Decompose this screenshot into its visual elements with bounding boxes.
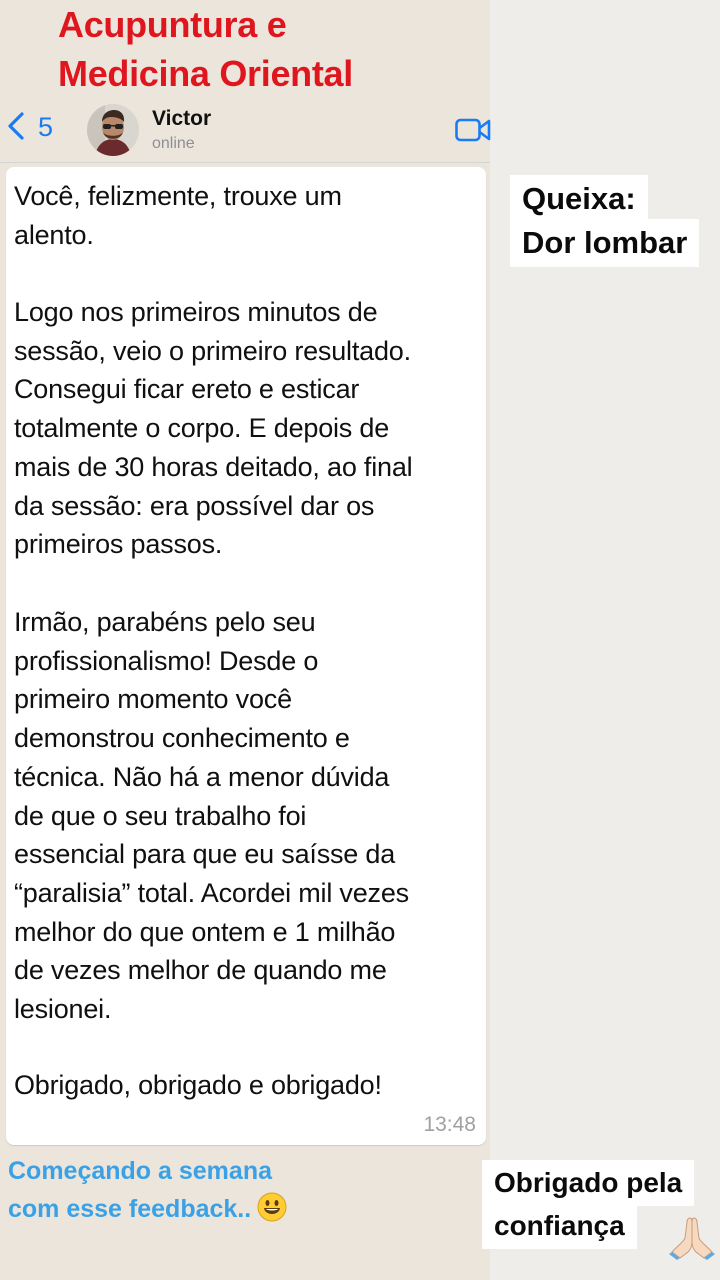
- brand-title: Acupuntura e Medicina Oriental: [58, 0, 353, 98]
- complaint-detail-label: Dor lombar: [510, 219, 700, 267]
- video-camera-icon[interactable]: [455, 118, 491, 142]
- message-timestamp: 13:48: [423, 1113, 476, 1136]
- caption-line2-text: com esse feedback..: [8, 1195, 252, 1223]
- complaint-label: Queixa:: [510, 175, 648, 223]
- message-bubble[interactable]: Você, felizmente, trouxe um alento. Logo…: [6, 167, 486, 1145]
- caption-line2: com esse feedback..: [8, 1190, 287, 1228]
- thanks-label-line2: confiança: [482, 1203, 637, 1249]
- message-paragraph: Obrigado, obrigado e obrigado!: [14, 1070, 382, 1100]
- praying-hands-icon: [669, 1217, 715, 1260]
- message-paragraph: Você, felizmente, trouxe um alento.: [14, 181, 342, 250]
- back-unread-count[interactable]: 5: [38, 112, 53, 142]
- chat-header: 5 Victor online: [0, 98, 491, 163]
- brand-title-line2: Medicina Oriental: [58, 53, 353, 94]
- thanks-label-line1: Obrigado pela: [482, 1160, 695, 1206]
- caption-line1: Começando a semana: [8, 1157, 272, 1185]
- chevron-left-icon[interactable]: [4, 111, 28, 141]
- brand-title-line1: Acupuntura e: [58, 4, 287, 45]
- avatar[interactable]: [87, 104, 139, 156]
- smiling-face-icon: [257, 1192, 287, 1222]
- story-caption: Começando a semana com esse feedback..: [8, 1152, 287, 1228]
- message-paragraph: Logo nos primeiros minutos de sessão, ve…: [14, 297, 413, 560]
- contact-status: online: [152, 135, 195, 152]
- message-paragraph: Irmão, parabéns pelo seu profissionalism…: [14, 607, 409, 1025]
- contact-name[interactable]: Victor: [152, 106, 211, 132]
- avatar-photo: [87, 104, 139, 156]
